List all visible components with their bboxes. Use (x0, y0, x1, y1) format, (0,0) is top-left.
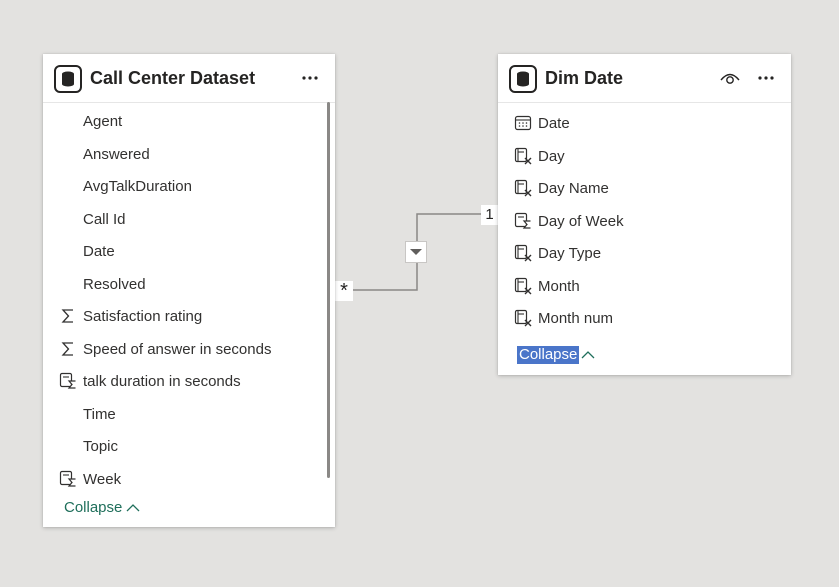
table-card-call-center-dataset[interactable]: Call Center Dataset Agent Answered AvgTalk… (43, 54, 335, 527)
field-row[interactable]: Month num (498, 309, 791, 341)
field-label: Day Name (538, 180, 609, 197)
field-label: Date (83, 243, 115, 260)
ellipsis-icon (758, 76, 774, 80)
field-row[interactable]: Day Type (498, 244, 791, 276)
field-row[interactable]: Date (498, 114, 791, 146)
field-row[interactable]: Day (498, 147, 791, 179)
field-label: Day (538, 147, 565, 165)
field-row[interactable]: AvgTalkDuration (43, 177, 335, 209)
field-label: Day Type (538, 245, 602, 262)
field-label: Satisfaction rating (83, 308, 203, 325)
field-label: Week (83, 470, 122, 488)
calculated-column-icon (514, 309, 532, 327)
table-card-dim-date[interactable]: Dim Date Date Day Day Name Day of Week Day T… (498, 54, 791, 375)
more-options-button[interactable] (752, 66, 780, 90)
field-label: Day of Week (538, 212, 624, 230)
field-label: Speed of answer in seconds (83, 340, 272, 358)
field-row[interactable]: Day of Week (498, 212, 791, 244)
field-row[interactable]: Date (43, 242, 335, 274)
field-label: AvgTalkDuration (83, 178, 192, 195)
scrollbar-thumb[interactable] (327, 102, 330, 478)
cardinality-one-marker: 1 (481, 205, 498, 225)
field-label: Date (538, 115, 570, 132)
field-row[interactable]: Resolved (43, 275, 335, 307)
calculated-column-icon (514, 179, 532, 197)
field-label: Month (538, 277, 580, 295)
field-label: Topic (83, 438, 119, 455)
calculated-measure-icon (514, 212, 532, 230)
visibility-toggle-button[interactable] (718, 67, 742, 89)
chevron-up-icon (126, 504, 140, 512)
field-label: Resolved (83, 275, 146, 293)
table-header[interactable]: Dim Date (498, 54, 791, 103)
filter-direction-arrow-icon[interactable] (405, 241, 427, 263)
ellipsis-icon (302, 76, 318, 80)
field-label: Agent (83, 113, 123, 130)
table-header[interactable]: Call Center Dataset (43, 54, 335, 103)
field-row[interactable]: talk duration in seconds (43, 372, 335, 404)
field-row[interactable]: Topic (43, 437, 335, 469)
calculated-measure-icon (59, 372, 77, 390)
table-title: Call Center Dataset (90, 68, 256, 88)
field-row[interactable]: Call Id (43, 210, 335, 242)
calculated-measure-icon (59, 470, 77, 488)
calculated-column-icon (514, 147, 532, 165)
field-row[interactable]: Day Name (498, 179, 791, 211)
more-options-button[interactable] (296, 66, 324, 90)
collapse-button[interactable]: Collapse (517, 346, 595, 364)
field-row[interactable]: Satisfaction rating (43, 307, 335, 339)
field-label: Call Id (83, 210, 126, 228)
field-label: Time (83, 405, 116, 423)
database-icon (54, 65, 82, 93)
field-label: Answered (83, 145, 150, 163)
field-label: Month num (538, 310, 614, 327)
field-row[interactable]: Time (43, 405, 335, 437)
field-row[interactable]: Month (498, 277, 791, 309)
sigma-icon (59, 307, 77, 325)
eye-icon (720, 73, 740, 84)
database-icon (509, 65, 537, 93)
collapse-label: Collapse (517, 346, 580, 364)
collapse-label: Collapse (64, 499, 123, 516)
field-row[interactable]: Week (43, 470, 335, 502)
chevron-up-icon (581, 351, 595, 359)
calendar-icon (514, 114, 532, 132)
sigma-icon (59, 340, 77, 358)
table-title: Dim Date (545, 68, 624, 88)
field-row[interactable]: Answered (43, 145, 335, 177)
field-label: talk duration in seconds (83, 373, 241, 390)
collapse-button[interactable]: Collapse (62, 499, 140, 516)
cardinality-many-marker: * (335, 281, 353, 301)
field-row[interactable]: Speed of answer in seconds (43, 340, 335, 372)
calculated-column-icon (514, 244, 532, 262)
field-row[interactable]: Agent (43, 112, 335, 144)
calculated-column-icon (514, 277, 532, 295)
